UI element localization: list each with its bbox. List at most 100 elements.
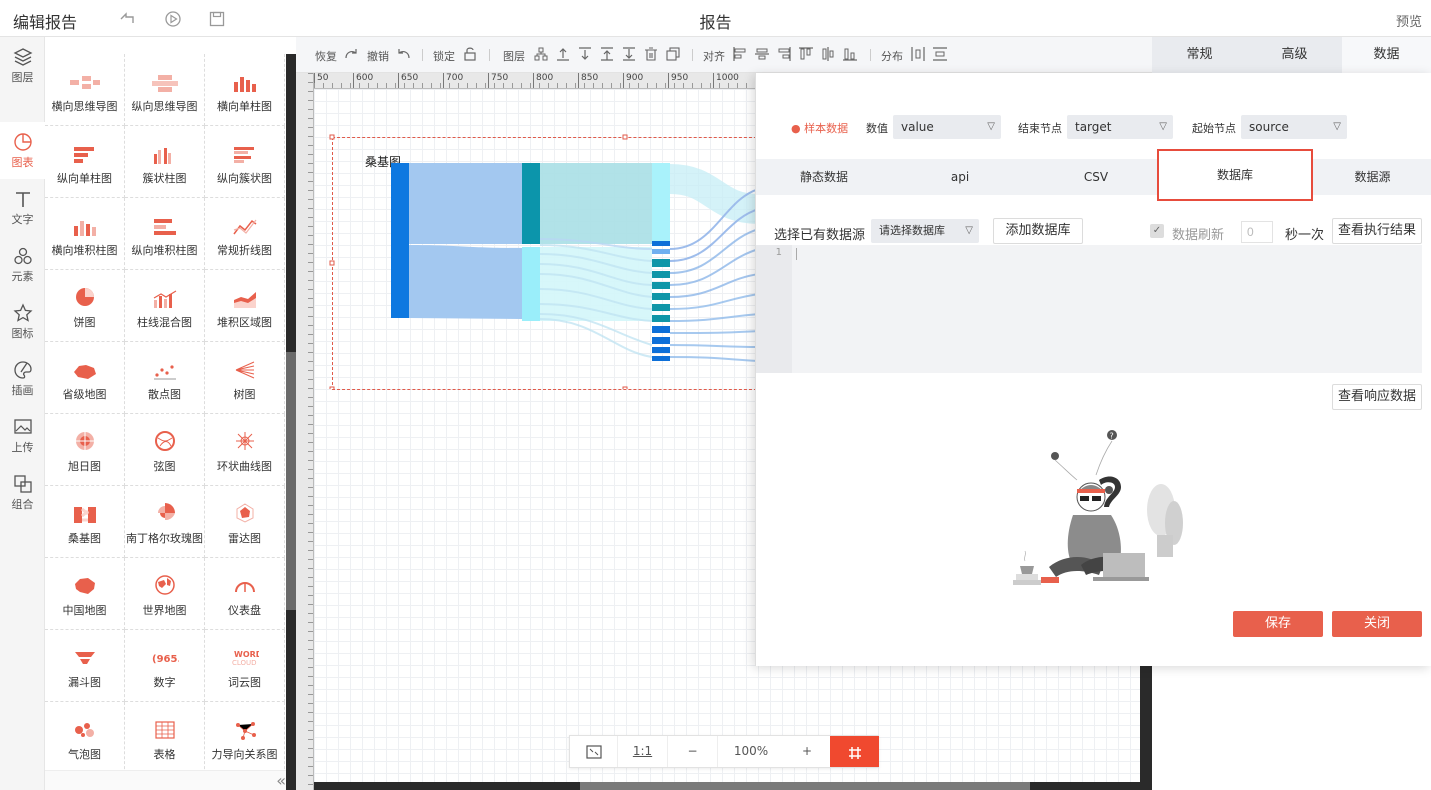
layer-tree-icon[interactable] [533,46,549,62]
palette-item[interactable]: 表格 [125,702,205,770]
tab-general[interactable]: 常规 [1152,37,1247,73]
palette-item[interactable]: 雷达图 [205,486,285,558]
palette-item[interactable]: 漏斗图 [45,630,125,702]
palette-collapse[interactable]: « [45,770,286,790]
redo-button[interactable]: 恢复 [315,48,337,64]
one-to-one-button[interactable]: 1:1 [618,736,668,767]
palette-item[interactable]: 堆积区域图 [205,270,285,342]
tab-static-data[interactable]: 静态数据 [756,159,892,195]
palette-item[interactable]: 纵向单柱图 [45,126,125,198]
send-bottom-icon[interactable] [621,46,637,62]
palette-item[interactable]: 纵向堆积柱图 [125,198,205,270]
distribute-horizontal-icon[interactable] [910,46,926,62]
rail-item-text[interactable]: 文字 [0,179,45,236]
rail-item-charts[interactable]: 图表 [0,122,45,179]
tab-data[interactable]: 数据 [1342,37,1431,73]
refresh-checkbox[interactable]: ✓ [1150,224,1164,238]
zoom-out-button[interactable]: − [668,736,718,767]
tab-database[interactable]: 数据库 [1157,149,1313,201]
palette-item[interactable]: 旭日图 [45,414,125,486]
zoom-in-button[interactable]: + [784,736,830,767]
delete-icon[interactable] [643,46,659,62]
sql-editor[interactable]: 1 [756,245,1422,373]
fit-screen-button[interactable] [570,736,618,767]
palette-item[interactable]: 弦图 [125,414,205,486]
tab-csv[interactable]: CSV [1028,159,1164,195]
property-tabs: 常规 高级 数据 [1152,37,1431,73]
play-icon[interactable] [164,10,182,28]
rail-item-layers[interactable]: 图层 [0,37,45,94]
palette-item[interactable]: 气泡图 [45,702,125,770]
palette-item[interactable]: 横向思维导图 [45,54,125,126]
tab-advanced[interactable]: 高级 [1247,37,1342,73]
distribute-vertical-icon[interactable] [932,46,948,62]
palette-item[interactable]: 常规折线图 [205,198,285,270]
sankey-chart[interactable] [314,89,759,389]
copy-icon[interactable] [665,46,681,62]
grid-icon [848,746,861,759]
preview-button[interactable]: 预览 [1396,11,1422,30]
palette-item[interactable]: 桑基图 [45,486,125,558]
dropdown-arrow-icon: ▽ [965,225,973,236]
palette-item[interactable]: 环状曲线图 [205,414,285,486]
end-node-select[interactable]: target ▽ [1067,115,1173,139]
align-middle-icon[interactable] [820,46,836,62]
palette-item[interactable]: 力导向关系图 [205,702,285,770]
lock-icon[interactable] [462,46,478,62]
refresh-interval-input[interactable] [1241,221,1273,243]
collapse-icon[interactable]: « [276,771,286,790]
rail-item-illustration[interactable]: 插画 [0,350,45,407]
palette-item[interactable]: 横向单柱图 [205,54,285,126]
palette-item[interactable]: 中国地图 [45,558,125,630]
align-right-icon[interactable] [776,46,792,62]
ruler-minor-tick [308,379,313,380]
palette-item[interactable]: 仪表盘 [205,558,285,630]
tab-data-source[interactable]: 数据源 [1313,159,1431,195]
undo-icon[interactable] [396,46,412,62]
palette-item[interactable]: WORDCLOUD 词云图 [205,630,285,702]
add-database-button[interactable]: 添加数据库 [993,218,1083,244]
palette-item[interactable]: (965.0) 数字 [125,630,205,702]
save-button[interactable]: 保存 [1233,611,1323,637]
palette-scrollbar-thumb[interactable] [286,352,296,610]
rail-item-icons[interactable]: 图标 [0,293,45,350]
palette-item[interactable]: 饼图 [45,270,125,342]
save-icon[interactable] [208,10,226,28]
palette-item[interactable]: 树图 [205,342,285,414]
tab-api[interactable]: api [892,159,1028,195]
grid-toggle-button[interactable] [830,736,879,767]
palette-item[interactable]: 簇状柱图 [125,126,205,198]
align-left-icon[interactable] [732,46,748,62]
palette-item[interactable]: 横向堆积柱图 [45,198,125,270]
redo-icon[interactable] [343,46,359,62]
palette-item[interactable]: 散点图 [125,342,205,414]
rail-item-elements[interactable]: 元素 [0,236,45,293]
view-response-data-button[interactable]: 查看响应数据 [1332,384,1422,410]
close-button[interactable]: 关闭 [1332,611,1422,637]
align-center-icon[interactable] [754,46,770,62]
align-bottom-icon[interactable] [842,46,858,62]
rail-item-group[interactable]: 组合 [0,464,45,521]
sample-data-label[interactable]: ● 样本数据 [791,120,848,136]
move-up-icon[interactable] [555,46,571,62]
palette-item[interactable]: 柱线混合图 [125,270,205,342]
move-down-icon[interactable] [577,46,593,62]
palette-item[interactable]: 省级地图 [45,342,125,414]
align-top-icon[interactable] [798,46,814,62]
back-icon[interactable] [118,10,136,28]
view-execution-result-button[interactable]: 查看执行结果 [1332,218,1422,244]
canvas-horizontal-scrollbar-thumb[interactable] [580,782,1030,790]
value-field-select[interactable]: value ▽ [893,115,1001,139]
lock-button[interactable]: 锁定 [433,48,455,64]
palette-item[interactable]: 南丁格尔玫瑰图 [125,486,205,558]
bring-top-icon[interactable] [599,46,615,62]
palette-item[interactable]: 纵向思维导图 [125,54,205,126]
start-node-select[interactable]: source ▽ [1241,115,1347,139]
undo-button[interactable]: 撤销 [367,48,389,64]
palette-item[interactable]: 纵向簇状图 [205,126,285,198]
database-select[interactable]: 请选择数据库 ▽ [871,219,979,243]
rail-item-upload[interactable]: 上传 [0,407,45,464]
ruler-minor-tick [308,541,313,542]
ruler-minor-tick [584,83,585,88]
palette-item[interactable]: 世界地图 [125,558,205,630]
